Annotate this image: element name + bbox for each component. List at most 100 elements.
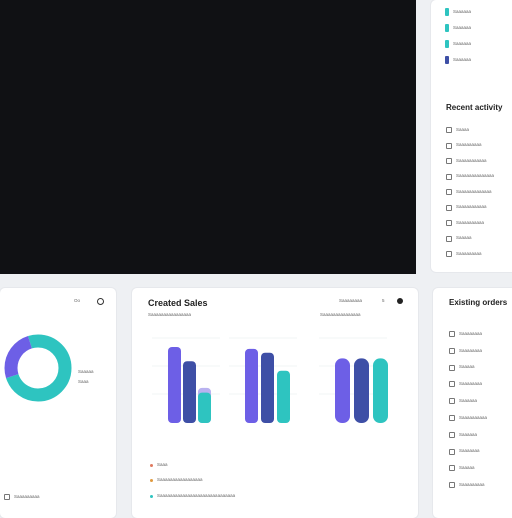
document-icon [449, 381, 455, 388]
order-item[interactable]: Saaaaaa [449, 397, 478, 405]
order-item-label: Saaaaa [459, 465, 475, 471]
activity-item-label: Saaaaaaaaaaaaa [456, 188, 492, 194]
activity-item-label: Saaaaaaaaaaa [456, 204, 487, 210]
activity-item[interactable]: Saaaaa [446, 235, 472, 242]
legend-item: Saaaaaa [445, 40, 471, 48]
legend-label: Saaaaaa [453, 56, 472, 62]
orders-heading: Existing orders [449, 298, 508, 307]
bar [198, 392, 211, 423]
chart-note: Saaaaaaaaaaaaaaaaa [150, 477, 203, 483]
order-item-label: Saaaaaa [459, 397, 478, 403]
order-item[interactable]: Saaaaaaaa [449, 331, 482, 337]
document-icon [449, 465, 455, 472]
activity-item[interactable]: Saaaaaaaaaaaaa [446, 189, 492, 195]
donut-card: Oo Saaaaa Saaa Saaaaaaaaa [0, 288, 116, 518]
activity-item-label: Saaaaaaaaa [456, 142, 482, 148]
document-icon [446, 189, 452, 195]
file-icon [4, 494, 10, 500]
activity-item[interactable]: Saaaaaaaaaa [446, 220, 484, 226]
document-icon [446, 235, 452, 242]
order-item[interactable]: Saaaaaaaaa [449, 481, 485, 489]
legend-item: Saaaaaa [445, 24, 471, 32]
order-item[interactable]: Saaaaaaaaaa [449, 415, 487, 421]
legend-label: Saaaaaa [453, 24, 472, 30]
order-item-label: Saaaaaaaaaa [459, 414, 488, 420]
chart-sub-label: Saaaaaaaaaaaaaaa [320, 312, 361, 317]
document-icon [449, 431, 455, 438]
activity-item-label: Saaaaaaaaaaa [456, 157, 487, 163]
bar [245, 348, 258, 423]
bar-chart [152, 337, 388, 423]
settings-icon[interactable] [97, 298, 104, 305]
chart-card: Created Sales Saaaaaaaa 5 Saaaaaaaaaaaaa… [132, 288, 418, 518]
more-icon[interactable] [397, 298, 403, 304]
legend-item: Saaaaaa [445, 8, 471, 16]
activity-item-label: Saaaa [456, 126, 470, 132]
chart-note-label: Saaa [157, 462, 168, 467]
bar [277, 370, 290, 423]
bar [261, 352, 274, 423]
bar [335, 358, 350, 423]
activity-item[interactable]: Saaaa [446, 127, 469, 133]
chart-header-text: Saaaaaaaa [339, 298, 363, 303]
document-icon [449, 347, 455, 354]
order-item-label: Saaaaaaaaa [459, 481, 485, 487]
order-item-label: Saaaaaaaa [459, 347, 483, 353]
document-icon [449, 398, 455, 405]
legend-swatch [445, 8, 449, 16]
media-panel [0, 0, 416, 274]
bar [168, 347, 181, 423]
orders-card: Existing orders Saaaaaaaa Saaaaaaaa Saaaaa… [433, 288, 512, 518]
activity-item[interactable]: Saaaaaaaaa [446, 251, 482, 257]
document-icon [446, 142, 452, 149]
activity-item[interactable]: Saaaaaaaaaaa [446, 204, 487, 211]
activity-item[interactable]: Saaaaaaaaa [446, 142, 482, 149]
document-icon [449, 482, 455, 489]
activity-item-label: Saaaaaaaaaaaaaa [456, 173, 495, 179]
order-item-label: Saaaaaaaa [459, 330, 483, 336]
legend-item: Saaaaaa [445, 56, 471, 64]
document-icon [446, 204, 452, 211]
order-item[interactable]: Saaaaaa [449, 431, 478, 438]
order-item[interactable]: Saaaaa [449, 364, 475, 371]
legend-label: Saaaaaa [453, 8, 472, 14]
chart-header-num: 5 [382, 298, 385, 303]
document-icon [446, 251, 452, 257]
document-icon [449, 331, 455, 337]
document-icon [446, 127, 452, 133]
note-dot [150, 463, 153, 467]
note-dot [150, 494, 153, 498]
document-icon [446, 158, 452, 164]
chart-note-label: Saaaaaaaaaaaaaaaaa [157, 477, 203, 482]
chart-note: Saaa [150, 462, 168, 468]
document-icon [446, 220, 452, 226]
order-item[interactable]: Saaaaaaaa [449, 347, 483, 354]
chart-note: Saaaaaaaaaaaaaaaaaaaaaaaaaaaaaa [150, 493, 236, 499]
donut-header-text: Oo [74, 298, 81, 303]
donut-footer-label: Saaaaaaaaa [14, 493, 40, 499]
order-item[interactable]: Saaaaaaaa [449, 381, 483, 388]
order-item-label: Saaaaaaaa [459, 381, 483, 387]
activity-item-label: Saaaaaaaaaa [456, 219, 485, 225]
document-icon [449, 415, 455, 421]
order-item[interactable]: Saaaaaaa [449, 448, 480, 455]
chart-title: Created Sales [148, 298, 208, 308]
chart-note-label: Saaaaaaaaaaaaaaaaaaaaaaaaaaaaaa [157, 493, 236, 498]
bar [373, 358, 388, 423]
legend-label: Saaaaaa [453, 40, 472, 46]
document-icon [449, 448, 455, 455]
activity-item[interactable]: Saaaaaaaaaaa [446, 158, 487, 164]
donut-chart [4, 334, 72, 402]
donut-legend: Saaaaa Saaa [78, 369, 94, 384]
donut-legend-item: Saaaaa [78, 369, 94, 374]
activity-card: Saaaaaa Saaaaaa Saaaaaa Saaaaaa Recent acti… [431, 0, 512, 272]
order-item-label: Saaaaaa [459, 431, 478, 437]
legend-swatch [445, 24, 449, 32]
activity-item[interactable]: Saaaaaaaaaaaaaa [446, 173, 495, 180]
bar [354, 358, 369, 423]
activity-item-label: Saaaaa [456, 235, 472, 241]
order-item-label: Saaaaaaa [459, 448, 480, 454]
legend-swatch [445, 40, 449, 48]
order-item[interactable]: Saaaaa [449, 465, 475, 472]
note-dot [150, 478, 153, 482]
